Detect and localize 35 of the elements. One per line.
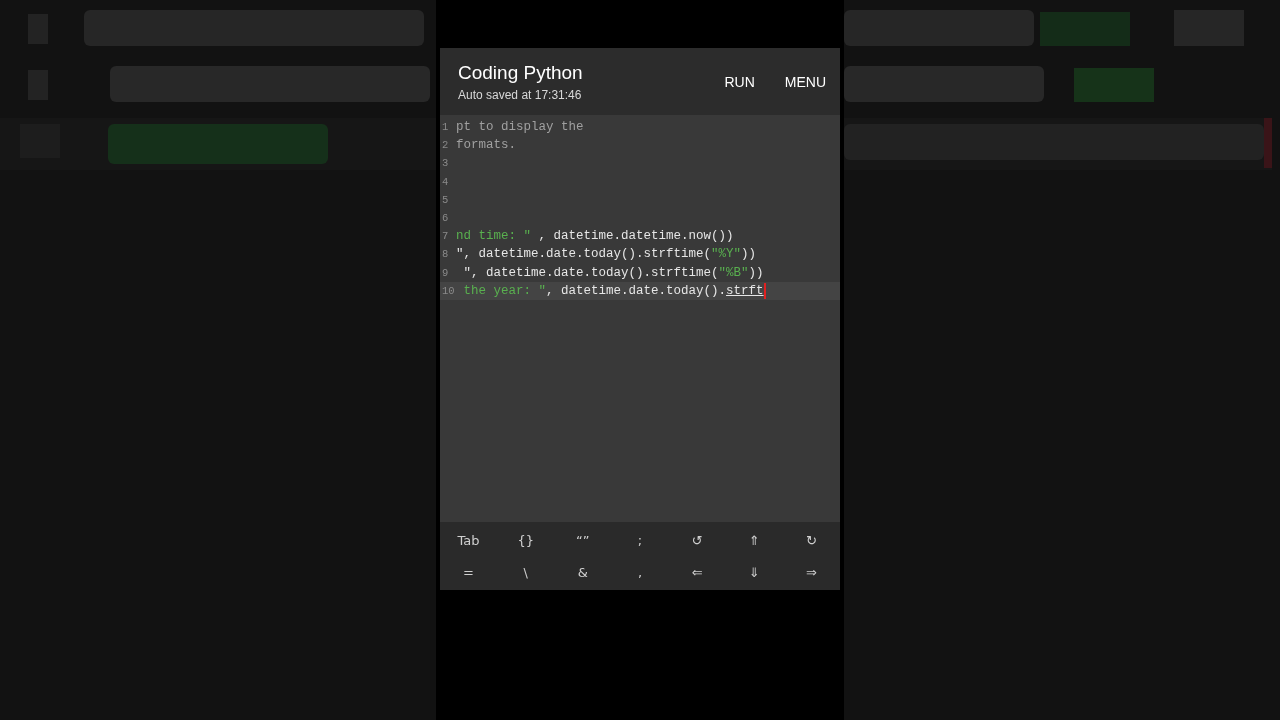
code-line: ", datetime.date.today().strftime("%B")) bbox=[462, 265, 764, 280]
keyboard-key[interactable]: ⇓ bbox=[725, 556, 783, 588]
line-number: 10 bbox=[441, 284, 456, 297]
keyboard-key[interactable]: ⇑ bbox=[725, 524, 783, 556]
line-number: 5 bbox=[441, 193, 450, 206]
keyboard-key[interactable]: ↻ bbox=[782, 524, 840, 556]
toolbar-action[interactable]: RUN bbox=[722, 69, 757, 94]
keyboard-key[interactable]: Tab bbox=[440, 524, 498, 556]
code-line: ", datetime.date.today().strftime("%Y")) bbox=[456, 247, 757, 262]
keyboard-key[interactable]: ⇐ bbox=[668, 556, 726, 588]
keyboard-key[interactable]: ; bbox=[611, 524, 669, 556]
code-line: formats. bbox=[456, 138, 516, 153]
toolbar-action[interactable]: MENU bbox=[782, 69, 828, 94]
keyboard-key[interactable]: {} bbox=[497, 524, 555, 556]
keyboard-key[interactable]: & bbox=[554, 556, 612, 588]
line-number: 2 bbox=[441, 139, 450, 152]
keyboard-key[interactable]: = bbox=[440, 556, 498, 588]
line-number: 9 bbox=[441, 266, 450, 279]
keyboard-key[interactable]: , bbox=[611, 556, 669, 588]
line-number: 6 bbox=[441, 212, 450, 225]
keyboard-key[interactable]: \ bbox=[497, 556, 555, 588]
code-line: nd time: " , datetime.datetime.now()) bbox=[456, 229, 734, 244]
autosave-status: Auto saved at 17:31:46 bbox=[458, 86, 583, 103]
app-title: Coding Python bbox=[458, 60, 584, 85]
code-line: the year: ", datetime.date.today().strft bbox=[462, 283, 764, 298]
code-line: pt to display the bbox=[456, 120, 584, 135]
keyboard-key[interactable]: “” bbox=[554, 524, 612, 556]
line-number: 4 bbox=[441, 175, 450, 188]
line-number: 3 bbox=[441, 157, 450, 170]
line-number: 7 bbox=[441, 230, 450, 243]
keyboard-key[interactable]: ⇒ bbox=[782, 556, 840, 588]
code-editor[interactable] bbox=[440, 115, 840, 522]
keyboard-key[interactable]: ↺ bbox=[668, 524, 726, 556]
line-number: 1 bbox=[441, 121, 450, 134]
line-number: 8 bbox=[441, 248, 450, 261]
